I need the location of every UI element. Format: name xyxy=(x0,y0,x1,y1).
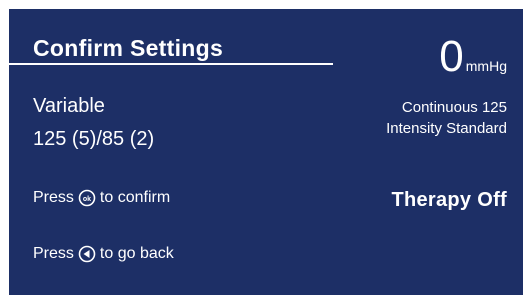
confirm-prefix-text: Press xyxy=(33,189,74,206)
svg-text:ok: ok xyxy=(83,196,91,203)
page-title: Confirm Settings xyxy=(33,35,224,61)
title-divider xyxy=(9,63,333,65)
pressure-value: 0 xyxy=(439,32,464,81)
continuous-setting-text: Continuous 125 xyxy=(401,99,507,116)
intensity-setting-text: Intensity Standard xyxy=(386,120,507,137)
back-arrow-button-icon xyxy=(78,245,96,263)
ok-button-icon: ok xyxy=(78,189,96,207)
back-prefix-text: Press xyxy=(33,245,74,262)
pressure-unit: mmHg xyxy=(465,58,507,74)
therapy-status: Therapy Off xyxy=(391,189,507,211)
back-suffix-text: to go back xyxy=(99,245,174,262)
therapy-screen: Confirm Settings Variable 125 (5)/85 (2)… xyxy=(9,9,523,295)
pressure-settings-value: 125 (5)/85 (2) xyxy=(33,128,155,150)
confirm-instruction: Press ok to confirm xyxy=(33,189,170,207)
confirm-suffix-text: to confirm xyxy=(99,189,171,206)
back-instruction: Press to go back xyxy=(33,245,174,263)
pressure-readout: 0 mmHg xyxy=(439,35,507,79)
therapy-mode-label: Variable xyxy=(33,95,105,117)
